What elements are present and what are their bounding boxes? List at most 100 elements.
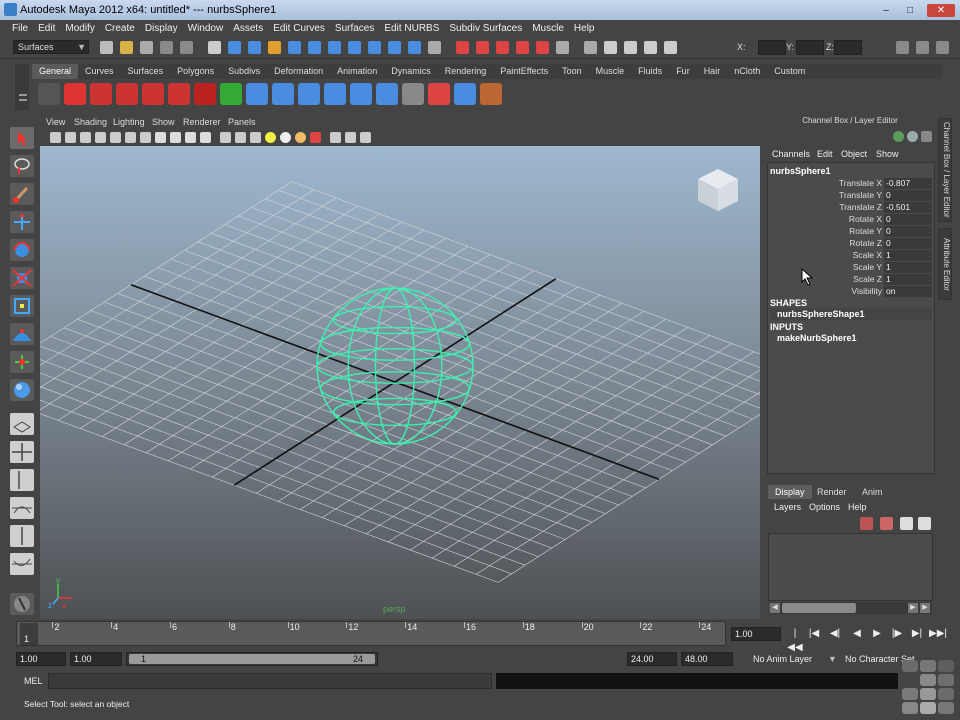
attr-value[interactable]: 0 [884,190,932,201]
high-quality-icon[interactable] [295,132,306,143]
attr-value[interactable]: 0 [884,226,932,237]
lasso-tool-icon[interactable] [10,155,34,177]
layer-tab-anim[interactable]: Anim [855,485,890,499]
select-all-icon[interactable] [220,83,242,105]
attr-row-rotate-y[interactable]: Rotate Y0 [768,226,934,237]
panel-menu-view[interactable]: View [46,117,65,127]
layer-menu-layers[interactable]: Layers [774,502,801,512]
attr-row-scale-y[interactable]: Scale Y1 [768,262,934,273]
step-back-key-icon[interactable]: ◀| [827,627,843,641]
scroll-thumb[interactable] [782,603,856,613]
layer-menu-options[interactable]: Options [809,502,840,512]
go-to-end-icon[interactable]: ▶▶| [929,627,947,641]
shelf-tab-fur[interactable]: Fur [669,64,697,79]
coord-y-field[interactable] [796,40,824,55]
view-cube-icon[interactable] [694,166,742,214]
select-deformations-icon[interactable] [368,41,381,54]
layer-menu-help[interactable]: Help [848,502,867,512]
paint-tool-icon[interactable] [480,83,502,105]
shelf-tab-animation[interactable]: Animation [330,64,384,79]
select-handles-icon[interactable] [288,41,301,54]
attr-value[interactable]: 1 [884,250,932,261]
animation-end-field[interactable]: 48.00 [681,652,733,666]
select-dynamics-icon[interactable] [388,41,401,54]
shelf-tab-rendering[interactable]: Rendering [438,64,494,79]
snap-live-icon[interactable] [536,41,549,54]
snap-curve-icon[interactable] [476,41,489,54]
xray-components-icon[interactable] [360,132,371,143]
menu-window[interactable]: Window [183,20,229,37]
select-rendering-icon[interactable] [408,41,421,54]
render-settings-icon[interactable] [644,41,657,54]
step-back-frame-icon[interactable]: |◀ [806,627,822,641]
menu-modify[interactable]: Modify [60,20,99,37]
channel-box-icon-3[interactable] [921,131,932,142]
wireframe-icon[interactable] [220,132,231,143]
menu-file[interactable]: File [7,20,33,37]
menu-subdiv-surfaces[interactable]: Subdiv Surfaces [444,20,527,37]
gate-mask-icon[interactable] [155,132,166,143]
show-hide-channelbox-icon[interactable] [896,41,909,54]
anim-layer-dropdown[interactable]: No Anim Layer [753,654,812,664]
lock-icon[interactable] [268,41,281,54]
move-layer-up-icon[interactable] [900,517,913,530]
scroll-end-icon[interactable]: ▶ [920,603,930,613]
maximize-icon[interactable]: □ [899,4,921,17]
play-backward-icon[interactable]: ◀ [849,627,865,641]
minimize-icon[interactable]: – [875,4,897,17]
menu-edit-curves[interactable]: Edit Curves [268,20,330,37]
shelf-tab-ncloth[interactable]: nCloth [727,64,767,79]
command-input[interactable] [48,673,492,689]
smooth-shade-icon[interactable] [235,132,246,143]
time-slider[interactable] [16,621,726,646]
undo-icon[interactable] [160,41,173,54]
safe-title-icon[interactable] [200,132,211,143]
isolate-select-icon[interactable] [310,132,321,143]
new-layer-icon[interactable] [860,517,873,530]
snap-grid-icon[interactable] [456,41,469,54]
four-view-layout-icon[interactable] [10,441,34,463]
range-slider[interactable]: 1 24 [126,652,378,666]
snap-point-icon[interactable] [496,41,509,54]
move-tool-icon[interactable] [10,211,34,233]
attr-value[interactable]: 1 [884,274,932,285]
center-pivot-icon[interactable] [168,83,190,105]
redo-icon[interactable] [180,41,193,54]
menu-surfaces[interactable]: Surfaces [330,20,379,37]
xray-joints-icon[interactable] [345,132,356,143]
shelf-tab-muscle[interactable]: Muscle [589,64,632,79]
scroll-right-icon[interactable]: ▶ [908,603,918,613]
side-tab-channel-box[interactable]: Channel Box / Layer Editor [938,118,952,222]
shelf-tab-dynamics[interactable]: Dynamics [384,64,438,79]
image-plane-icon[interactable] [95,132,106,143]
animation-start-field[interactable]: 1.00 [16,652,66,666]
component-editor-icon[interactable] [454,83,476,105]
attr-value[interactable]: -0.807 [884,178,932,189]
select-surfaces-icon[interactable] [348,41,361,54]
anim-layer-chevron-icon[interactable]: ▼ [828,654,837,664]
shelf-tab-fluids[interactable]: Fluids [631,64,669,79]
select-component-icon[interactable] [248,41,261,54]
go-to-start-icon[interactable]: |◀◀ [787,627,803,653]
single-perspective-layout-icon[interactable] [10,413,34,435]
select-tool-icon[interactable] [10,127,34,149]
universal-manipulator-icon[interactable] [10,295,34,317]
shelf-tab-subdivs[interactable]: Subdivs [221,64,267,79]
layer-scrollbar[interactable]: ◀ ▶ ▶ [770,602,932,614]
shelf-tab-hair[interactable]: Hair [697,64,728,79]
render-frame-icon[interactable] [604,41,617,54]
input-node[interactable]: makeNurbSphere1 [770,332,932,344]
menu-edit[interactable]: Edit [33,20,60,37]
persp-outliner-layout-icon[interactable] [10,469,34,491]
grid-toggle-icon[interactable] [110,132,121,143]
edit-pivot-icon[interactable] [194,83,216,105]
shadows-icon[interactable] [280,132,291,143]
select-camera-icon[interactable] [50,132,61,143]
coord-z-field[interactable] [834,40,862,55]
cb-menu-show[interactable]: Show [876,149,899,159]
all-lights-icon[interactable] [265,132,276,143]
shelf-tab-general[interactable]: General [32,64,79,79]
shape-node[interactable]: nurbsSphereShape1 [770,308,932,320]
shelf-handle[interactable] [15,64,29,110]
menu-assets[interactable]: Assets [228,20,268,37]
